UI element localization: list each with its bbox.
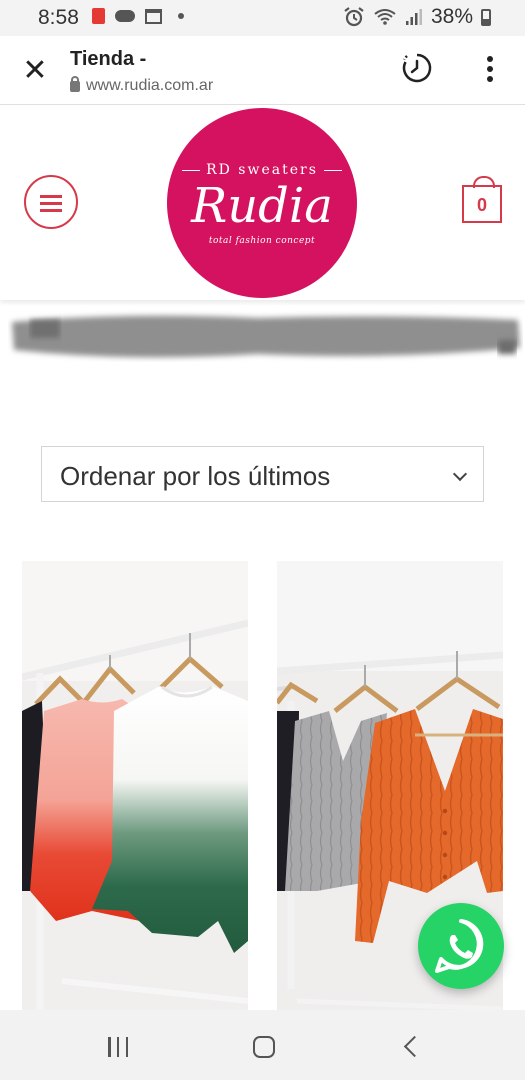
cloud-icon [115, 10, 135, 22]
cart-icon[interactable]: 0 [462, 176, 502, 223]
status-time: 8:58 [38, 6, 79, 29]
status-bar: 8:58 38% [0, 0, 525, 36]
product-card[interactable] [22, 561, 248, 1011]
product-image[interactable] [22, 561, 248, 1011]
browser-toolbar: ✕ Tienda - www.rudia.com.ar [0, 36, 525, 105]
recents-icon[interactable] [108, 1037, 128, 1057]
home-icon[interactable] [253, 1036, 275, 1058]
dot-icon [178, 13, 184, 19]
page-title: Tienda - [70, 48, 147, 70]
logo-name: Rudia [191, 178, 333, 234]
whatsapp-icon [435, 919, 484, 973]
url-text: www.rudia.com.ar [86, 77, 214, 94]
logo[interactable]: RD sweaters Rudia total fashion concept [167, 108, 357, 298]
history-icon[interactable] [401, 52, 433, 84]
blurred-banner [12, 315, 520, 358]
site-header: RD sweaters Rudia total fashion concept … [0, 105, 525, 300]
status-icons-left [92, 8, 184, 24]
signal-icon [405, 9, 422, 25]
sort-select[interactable]: Ordenar por los últimos [41, 446, 484, 502]
close-icon[interactable]: ✕ [20, 56, 50, 86]
logo-tagline: total fashion concept [208, 236, 316, 246]
more-vert-icon[interactable] [478, 54, 502, 84]
cart-count: 0 [476, 195, 487, 215]
chevron-down-icon [452, 466, 468, 482]
status-icons-right: 38% [343, 5, 491, 29]
pdf-icon [92, 8, 105, 24]
whatsapp-button[interactable] [418, 903, 504, 989]
battery-percent: 38% [430, 5, 473, 28]
url-bar[interactable]: www.rudia.com.ar [70, 75, 214, 95]
sort-selected-value: Ordenar por los últimos [60, 461, 331, 491]
calendar-icon [145, 8, 162, 24]
lock-icon [70, 75, 80, 92]
alarm-icon [344, 7, 364, 27]
back-icon[interactable] [403, 1035, 426, 1058]
wifi-icon [374, 9, 396, 25]
battery-icon [481, 8, 491, 26]
hamburger-menu-icon[interactable] [24, 175, 78, 229]
logo-top-text: RD sweaters [167, 162, 357, 178]
system-nav-bar [0, 1010, 525, 1080]
